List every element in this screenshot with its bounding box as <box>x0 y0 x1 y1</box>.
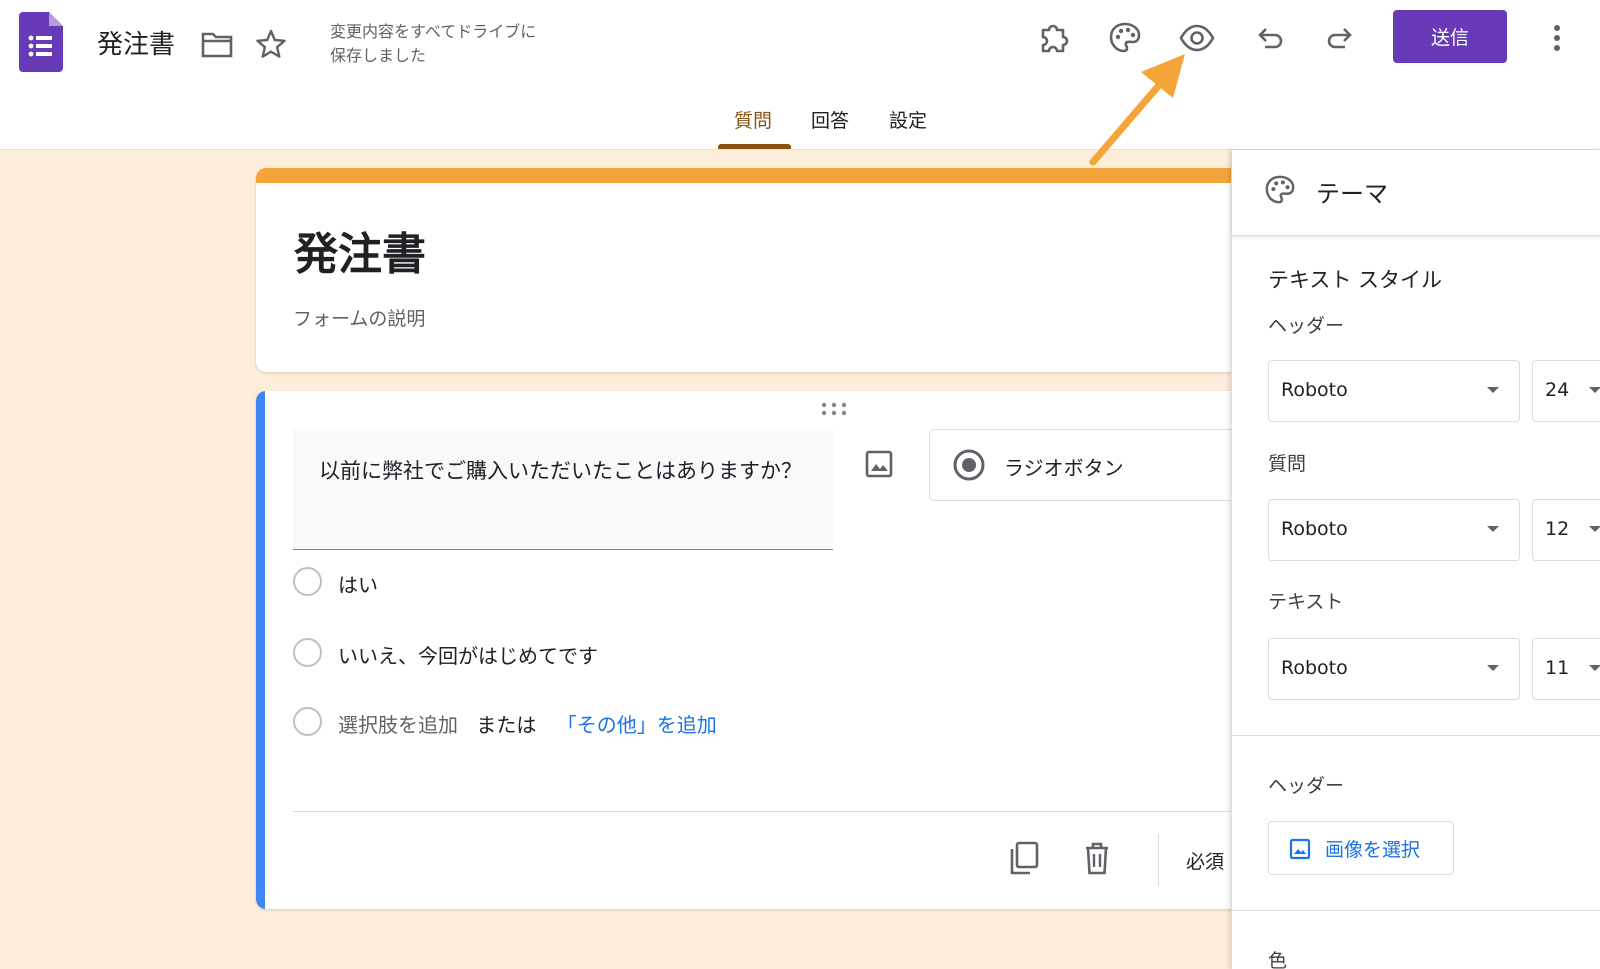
active-tab-indicator <box>718 144 791 149</box>
text-font-select[interactable]: Roboto <box>1268 638 1520 700</box>
chevron-down-icon <box>1589 387 1600 393</box>
text-font-value: Roboto <box>1281 657 1348 679</box>
question-size-value: 12 <box>1545 518 1570 540</box>
add-image-icon[interactable] <box>864 449 894 479</box>
header-size-select[interactable]: 24 <box>1532 360 1600 422</box>
question-title-input[interactable]: 以前に弊社でご購入いただいたことはありますか？ <box>293 429 833 550</box>
form-title-card[interactable]: 発注書 フォームの説明 <box>256 168 1256 372</box>
question-font-value: Roboto <box>1281 518 1348 540</box>
annotation-arrow <box>1089 54 1185 166</box>
chevron-down-icon <box>1487 665 1499 671</box>
header-size-value: 24 <box>1545 379 1570 401</box>
question-size-select[interactable]: 12 <box>1532 499 1600 561</box>
top-bar: 発注書 変更内容をすべてドライブに 保存しました 送信 質問 回答 設定 <box>0 0 1600 150</box>
question-type-dropdown[interactable]: ラジオボタン <box>929 429 1256 501</box>
text-size-value: 11 <box>1545 657 1570 679</box>
save-status: 変更内容をすべてドライブに 保存しました <box>330 20 590 68</box>
question-card[interactable]: 以前に弊社でご購入いただいたことはありますか？ ラジオボタン はい いいえ、今回… <box>256 391 1256 909</box>
send-button[interactable]: 送信 <box>1393 10 1507 63</box>
forms-logo-icon[interactable] <box>19 12 63 72</box>
question-type-label: ラジオボタン <box>1004 456 1124 480</box>
footer-divider <box>1158 834 1159 886</box>
more-vert-icon[interactable] <box>1542 18 1572 58</box>
question-font-select[interactable]: Roboto <box>1268 499 1520 561</box>
chevron-down-icon <box>1589 665 1600 671</box>
delete-icon[interactable] <box>1081 840 1113 876</box>
redo-icon[interactable] <box>1321 18 1361 58</box>
theme-panel-title: テーマ <box>1316 180 1388 208</box>
add-option-button[interactable]: 選択肢を追加 <box>338 713 458 737</box>
chevron-down-icon <box>1487 387 1499 393</box>
duplicate-icon[interactable] <box>1008 840 1040 876</box>
theme-panel: テーマ テキスト スタイル ヘッダー Roboto 24 質問 Roboto 1… <box>1231 150 1600 969</box>
tab-bar: 質問 回答 設定 <box>0 100 1600 150</box>
theme-panel-header: テーマ <box>1232 150 1600 236</box>
chevron-down-icon <box>1589 526 1600 532</box>
option-label[interactable]: はい <box>338 569 378 598</box>
radio-circle-icon <box>293 638 322 667</box>
text-size-select[interactable]: 11 <box>1532 638 1600 700</box>
header-font-select[interactable]: Roboto <box>1268 360 1520 422</box>
palette-icon <box>1265 175 1295 204</box>
or-text: または <box>476 713 537 737</box>
form-description[interactable]: フォームの説明 <box>293 304 425 331</box>
save-status-line1: 変更内容をすべてドライブに <box>330 22 537 41</box>
active-question-indicator <box>256 391 265 909</box>
save-status-line2: 保存しました <box>330 46 427 65</box>
color-title: 色 <box>1268 950 1288 969</box>
panel-divider <box>1232 735 1600 736</box>
header-font-value: Roboto <box>1281 379 1348 401</box>
form-title[interactable]: 発注書 <box>294 218 426 282</box>
radio-button-icon <box>953 449 985 481</box>
panel-divider <box>1232 910 1600 911</box>
drag-handle-icon[interactable] <box>820 401 848 417</box>
theme-accent-bar <box>256 168 1256 183</box>
document-title[interactable]: 発注書 <box>97 24 175 61</box>
required-toggle-label[interactable]: 必須 <box>1186 847 1224 874</box>
undo-icon[interactable] <box>1249 18 1289 58</box>
select-image-button[interactable]: 画像を選択 <box>1268 821 1454 875</box>
radio-circle-icon <box>293 707 322 736</box>
question-style-label: 質問 <box>1268 453 1307 475</box>
header-image-title: ヘッダー <box>1268 775 1345 797</box>
radio-circle-icon <box>293 567 322 596</box>
text-style-label: テキスト <box>1268 591 1344 613</box>
addon-puzzle-icon[interactable] <box>1034 18 1074 58</box>
text-style-title: テキスト スタイル <box>1268 268 1443 292</box>
header-style-label: ヘッダー <box>1268 315 1345 337</box>
card-footer-divider <box>293 811 1256 812</box>
option-label[interactable]: いいえ、今回がはじめてです <box>338 640 598 669</box>
add-option-line: 選択肢を追加 または 「その他」を追加 <box>338 709 717 738</box>
tab-responses[interactable]: 回答 <box>811 106 849 133</box>
image-icon <box>1289 838 1311 860</box>
star-icon[interactable] <box>255 28 287 60</box>
folder-icon[interactable] <box>201 30 233 58</box>
select-image-label: 画像を選択 <box>1325 839 1421 861</box>
tab-questions[interactable]: 質問 <box>734 106 772 133</box>
add-other-button[interactable]: 「その他」を追加 <box>557 713 717 737</box>
tab-settings[interactable]: 設定 <box>889 106 927 133</box>
chevron-down-icon <box>1487 526 1499 532</box>
